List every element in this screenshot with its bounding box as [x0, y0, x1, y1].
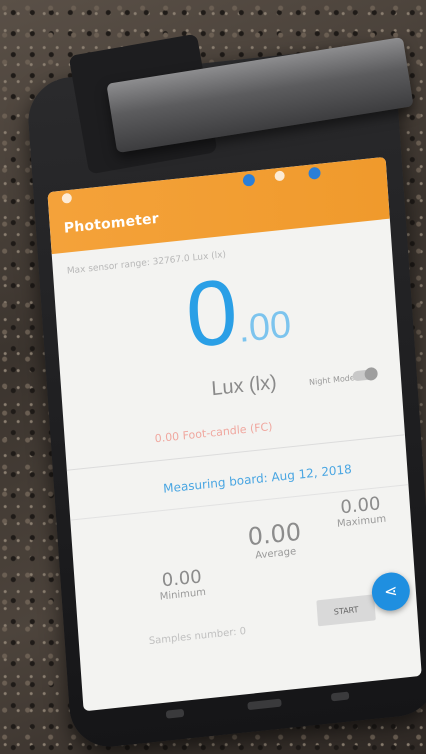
- minimum-stat: 0.00 Minimum: [158, 566, 206, 602]
- average-stat: 0.00 Average: [247, 518, 303, 563]
- night-mode-toggle[interactable]: [352, 366, 379, 382]
- toggle-knob: [364, 366, 379, 382]
- app-title: Photometer: [63, 210, 160, 237]
- measuring-board-label: Measuring board: Aug 12, 2018: [162, 462, 353, 496]
- wifi-icon: [274, 170, 285, 182]
- phone-screen: Photometer Max sensor range: 32767.0 Lux…: [47, 156, 422, 712]
- samples-number: Samples number: 0: [148, 625, 247, 648]
- back-nav-icon[interactable]: [165, 708, 185, 719]
- notification-icon: [61, 192, 73, 204]
- share-icon[interactable]: ⋖: [370, 570, 412, 613]
- night-mode-label: Night Mode: [308, 373, 356, 387]
- photo-frame: Photometer Max sensor range: 32767.0 Lux…: [0, 0, 426, 754]
- location-icon: [242, 173, 256, 187]
- start-button[interactable]: START: [316, 594, 376, 627]
- lux-integer: 0: [182, 260, 241, 368]
- signal-icon: [308, 166, 321, 180]
- divider: [66, 434, 405, 471]
- home-button[interactable]: [247, 698, 282, 711]
- foot-candle-value: 0.00 Foot-candle (FC): [154, 420, 273, 446]
- recent-apps-icon[interactable]: [330, 691, 350, 702]
- lux-decimal: .00: [237, 303, 293, 352]
- lux-unit: Lux (lx): [210, 371, 278, 401]
- maximum-stat: 0.00 Maximum: [335, 493, 387, 530]
- lux-readout: 0.00: [183, 260, 293, 367]
